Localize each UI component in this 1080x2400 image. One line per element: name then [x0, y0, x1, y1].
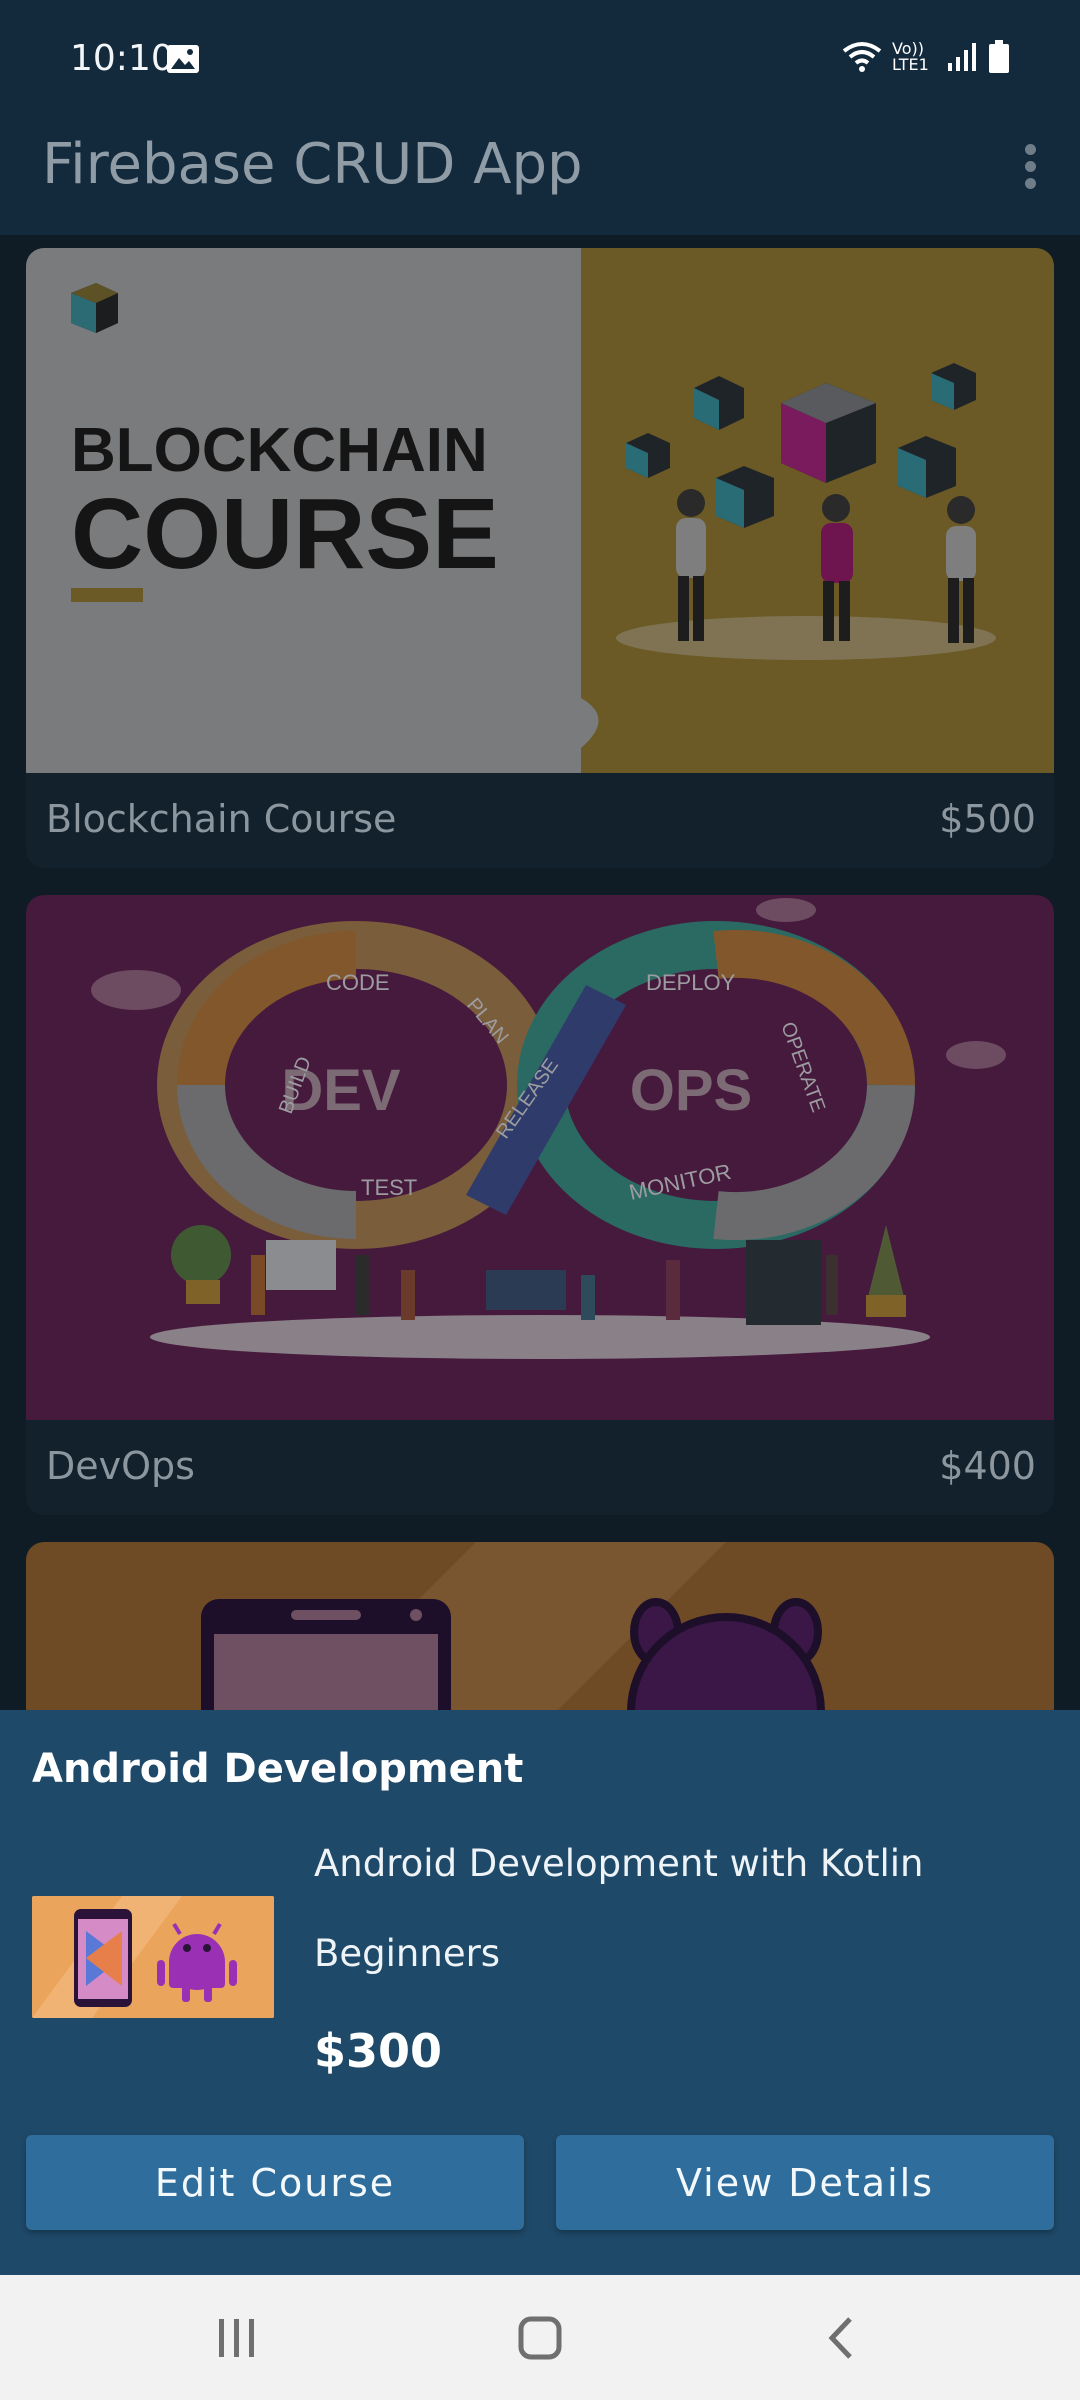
- devops-code-label: CODE: [326, 970, 390, 995]
- overflow-menu-icon[interactable]: [1010, 138, 1050, 198]
- image-text-blockchain: BLOCKCHAIN: [71, 416, 488, 485]
- app-title: Firebase CRUD App: [42, 132, 583, 197]
- home-icon[interactable]: [515, 2313, 565, 2363]
- status-time: 10:10: [70, 38, 174, 79]
- course-card[interactable]: DEV OPS CODE PLAN BUILD TEST RELEASE DEP…: [26, 895, 1054, 1515]
- course-card[interactable]: [26, 1542, 1054, 1710]
- image-text-course: COURSE: [71, 478, 499, 590]
- app-bar: Firebase CRUD App: [0, 120, 1080, 235]
- course-price: $500: [939, 797, 1036, 841]
- network-label: Vo)) LTE1: [892, 39, 929, 74]
- card-footer: Blockchain Course $500: [26, 773, 1054, 868]
- edit-course-button[interactable]: Edit Course: [26, 2135, 524, 2230]
- course-name: DevOps: [46, 1444, 195, 1488]
- card-footer: DevOps $400: [26, 1420, 1054, 1515]
- course-image-devops: DEV OPS CODE PLAN BUILD TEST RELEASE DEP…: [26, 895, 1054, 1420]
- course-name: Blockchain Course: [46, 797, 397, 841]
- devops-ops-text: OPS: [630, 1058, 753, 1123]
- course-description: Android Development with Kotlin: [314, 1842, 924, 1885]
- signal-icon: [948, 43, 976, 71]
- back-icon[interactable]: [822, 2313, 862, 2363]
- course-image-android: [26, 1542, 1054, 1710]
- course-thumbnail: [32, 1896, 274, 2018]
- view-details-button[interactable]: View Details: [556, 2135, 1054, 2230]
- recents-icon[interactable]: [215, 2313, 259, 2363]
- course-list[interactable]: BLOCKCHAIN COURSE Blockchain Course $500…: [0, 235, 1080, 1710]
- navigation-bar: [0, 2275, 1080, 2400]
- course-card[interactable]: BLOCKCHAIN COURSE Blockchain Course $500: [26, 248, 1054, 868]
- course-image-blockchain: BLOCKCHAIN COURSE: [26, 248, 1054, 773]
- image-icon: [167, 45, 199, 73]
- status-icons: Vo)) LTE1: [842, 40, 1010, 74]
- course-level: Beginners: [314, 1932, 501, 1975]
- status-bar: 10:10 Vo)) LTE1: [0, 0, 1080, 120]
- course-price: $400: [939, 1444, 1036, 1488]
- sheet-title: Android Development: [32, 1746, 524, 1792]
- course-price: $300: [314, 2024, 443, 2078]
- course-detail-sheet: Android Development Android Development …: [0, 1710, 1080, 2275]
- devops-test-label: TEST: [361, 1175, 417, 1200]
- devops-deploy-label: DEPLOY: [646, 970, 736, 995]
- wifi-icon: [842, 42, 882, 72]
- battery-icon: [989, 40, 1009, 73]
